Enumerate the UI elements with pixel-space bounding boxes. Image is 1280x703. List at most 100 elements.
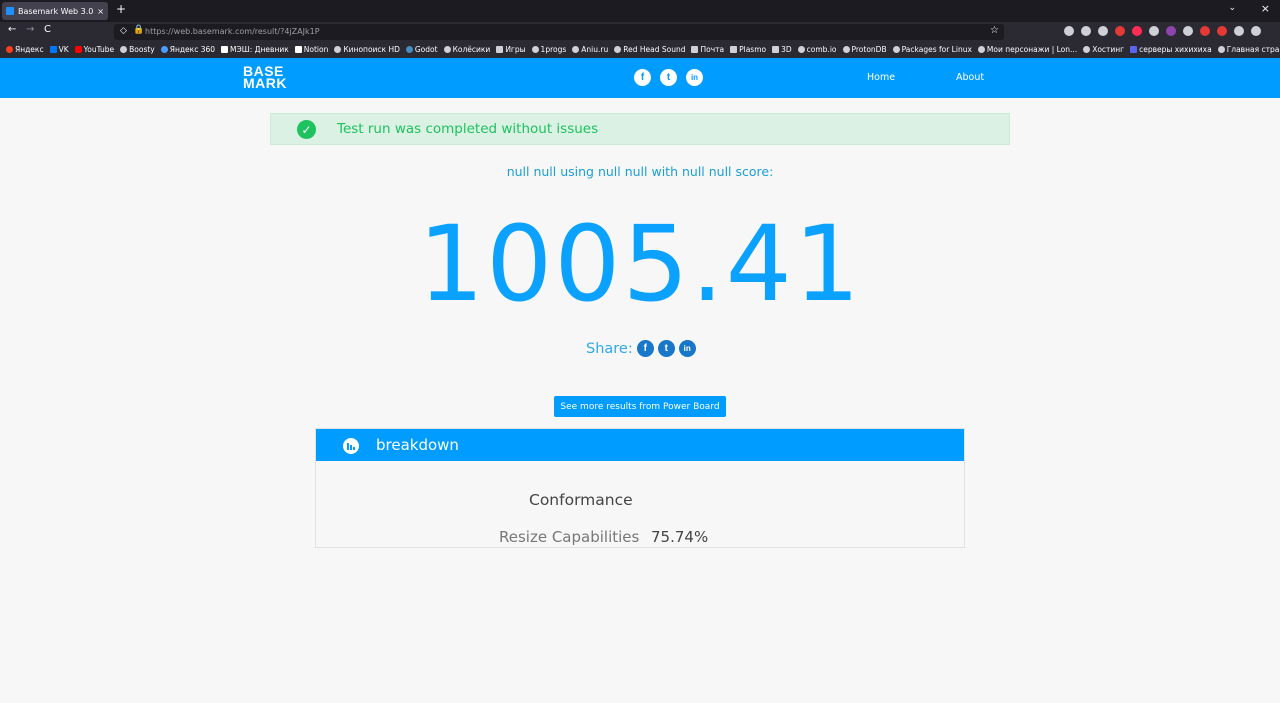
- linkedin-icon[interactable]: in: [686, 69, 703, 86]
- facebook-icon[interactable]: f: [634, 69, 651, 86]
- bookmark-item[interactable]: Главная страница уча...: [1217, 45, 1280, 54]
- bookmark-item[interactable]: Игры: [496, 45, 526, 54]
- breakdown-card: breakdown Conformance Resize Capabilitie…: [315, 428, 965, 548]
- folder-icon: [496, 46, 504, 53]
- reload-button[interactable]: C: [44, 24, 51, 35]
- metric-label: Resize Capabilities: [499, 528, 640, 546]
- extension-icon[interactable]: [1183, 26, 1193, 36]
- folder-icon: [772, 46, 780, 53]
- bookmark-item[interactable]: Plasmo: [730, 45, 766, 54]
- power-board-button[interactable]: See more results from Power Board: [554, 396, 726, 417]
- bookmark-icon: [1130, 46, 1138, 53]
- globe-icon: [334, 46, 342, 53]
- browser-navigation-bar: ← → C ◇ 🔒 https://web.basemark.com/resul…: [0, 22, 1280, 41]
- globe-icon: [1083, 46, 1091, 53]
- bookmark-item[interactable]: Godot: [405, 45, 438, 54]
- bookmarks-bar: Яндекс VK YouTube Boosty Яндекс 360 МЭШ:…: [0, 41, 1280, 58]
- tab-favicon-icon: [6, 7, 14, 15]
- site-header: BASE MARK f t in Home About: [0, 58, 1280, 98]
- globe-icon: [614, 46, 622, 53]
- bookmark-item[interactable]: серверы хихихиха: [1130, 45, 1212, 54]
- bookmark-item[interactable]: Aniu.ru: [572, 45, 608, 54]
- toolbar-extensions: [1064, 26, 1261, 36]
- share-label: Share:: [586, 340, 633, 357]
- bookmark-item[interactable]: Мои персонажи | Lon...: [977, 45, 1077, 54]
- share-row: Share: f t in: [586, 340, 700, 357]
- globe-icon: [443, 46, 451, 53]
- bookmark-item[interactable]: Notion: [294, 45, 328, 54]
- section-title: Conformance: [529, 491, 633, 509]
- benchmark-score: 1005.41: [417, 203, 863, 325]
- bookmark-item[interactable]: Яндекс 360: [160, 45, 215, 54]
- globe-icon: [797, 46, 805, 53]
- header-social-links: f t in: [634, 69, 703, 86]
- globe-icon: [1217, 46, 1225, 53]
- bookmark-item[interactable]: МЭШ: Дневник: [221, 45, 289, 54]
- bookmark-item[interactable]: Red Head Sound: [614, 45, 685, 54]
- back-button[interactable]: ←: [8, 24, 16, 35]
- extension-icon[interactable]: [1166, 26, 1176, 36]
- bookmark-icon: [160, 46, 168, 53]
- extension-icon[interactable]: [1115, 26, 1125, 36]
- pocket-icon[interactable]: [1064, 26, 1074, 36]
- browser-tab-strip: Basemark Web 3.0 | Main × + ⌄ ×: [0, 0, 1280, 22]
- bookmark-item[interactable]: VK: [49, 45, 69, 54]
- browser-tab[interactable]: Basemark Web 3.0 | Main ×: [2, 2, 108, 20]
- bookmark-icon: [6, 46, 13, 53]
- globe-icon: [892, 46, 900, 53]
- bookmark-item[interactable]: ProtonDB: [842, 45, 887, 54]
- url-bar[interactable]: ◇ 🔒 https://web.basemark.com/result/?4jZ…: [114, 24, 1004, 40]
- breakdown-title: breakdown: [376, 436, 459, 454]
- window-close-icon[interactable]: ×: [1261, 2, 1270, 15]
- extension-icon[interactable]: [1098, 26, 1108, 36]
- result-subtitle: null null using null null with null null…: [506, 164, 774, 179]
- url-text[interactable]: https://web.basemark.com/result/?4jZAJk1…: [145, 27, 320, 36]
- download-icon[interactable]: [1081, 26, 1091, 36]
- bookmark-star-icon[interactable]: ☆: [990, 25, 999, 36]
- new-tab-button[interactable]: +: [116, 2, 126, 16]
- bookmark-item[interactable]: Яндекс: [6, 45, 44, 54]
- bookmark-item[interactable]: Кинопоиск HD: [334, 45, 400, 54]
- share-twitter-icon[interactable]: t: [657, 340, 675, 357]
- bookmark-item[interactable]: Packages for Linux: [892, 45, 972, 54]
- share-linkedin-icon[interactable]: in: [678, 340, 696, 357]
- extension-icon[interactable]: [1217, 26, 1227, 36]
- nav-about-link[interactable]: About: [956, 72, 984, 83]
- globe-icon: [120, 46, 128, 53]
- bookmark-item[interactable]: Хостинг: [1083, 45, 1124, 54]
- basemark-logo[interactable]: BASE MARK: [243, 64, 287, 90]
- extension-icon[interactable]: [1200, 26, 1210, 36]
- godot-icon: [405, 46, 413, 53]
- account-icon[interactable]: [1234, 26, 1244, 36]
- check-circle-icon: ✓: [297, 120, 316, 139]
- bookmark-item[interactable]: Boosty: [120, 45, 155, 54]
- folder-icon: [691, 46, 699, 53]
- globe-icon: [572, 46, 580, 53]
- nav-home-link[interactable]: Home: [867, 72, 895, 83]
- globe-icon: [842, 46, 850, 53]
- tab-close-icon[interactable]: ×: [97, 7, 104, 16]
- music-extension-icon[interactable]: [1132, 26, 1142, 36]
- bookmark-icon: [49, 46, 57, 53]
- bar-chart-icon: [343, 438, 359, 454]
- list-tabs-chevron-icon[interactable]: ⌄: [1228, 3, 1236, 13]
- twitter-icon[interactable]: t: [660, 69, 677, 86]
- share-facebook-icon[interactable]: f: [636, 340, 654, 357]
- menu-icon[interactable]: [1251, 26, 1261, 36]
- bookmark-item[interactable]: comb.io: [797, 45, 837, 54]
- youtube-icon: [74, 46, 82, 53]
- bookmark-item[interactable]: 1progs: [531, 45, 566, 54]
- bookmark-item[interactable]: Колёсики: [443, 45, 490, 54]
- alert-message: Test run was completed without issues: [337, 121, 599, 137]
- tab-title: Basemark Web 3.0 | Main: [18, 6, 94, 16]
- forward-button[interactable]: →: [26, 24, 34, 35]
- folder-icon: [730, 46, 738, 53]
- sidebar-icon[interactable]: [1149, 26, 1159, 36]
- bookmark-item[interactable]: Почта: [691, 45, 724, 54]
- bookmark-item[interactable]: YouTube: [74, 45, 114, 54]
- lock-icon[interactable]: 🔒: [133, 25, 144, 35]
- metric-value: 75.74%: [651, 528, 709, 546]
- breakdown-header: breakdown: [316, 429, 964, 461]
- bookmark-item[interactable]: 3D: [772, 45, 792, 54]
- tracking-shield-icon[interactable]: ◇: [120, 26, 127, 36]
